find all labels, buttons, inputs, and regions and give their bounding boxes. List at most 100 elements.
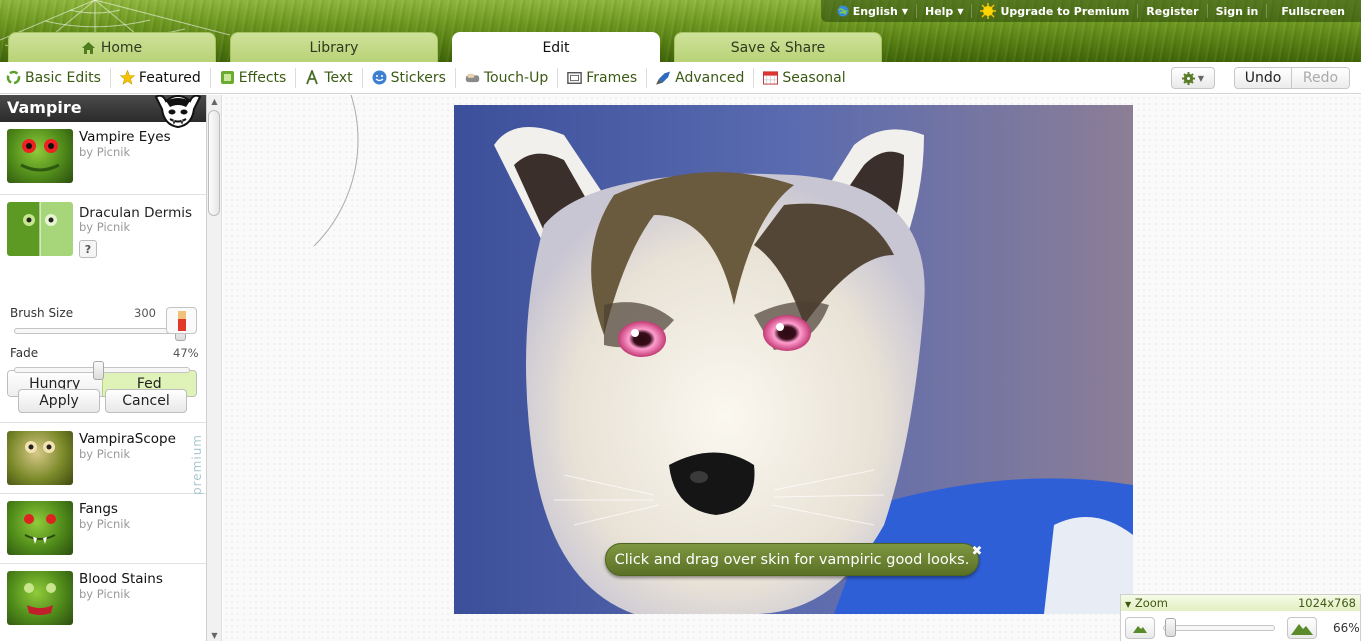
star-icon xyxy=(119,70,135,85)
tab-edit[interactable]: Edit xyxy=(452,32,660,62)
fullscreen-link[interactable]: Fullscreen xyxy=(1266,4,1353,18)
tool-frames[interactable]: Frames xyxy=(557,67,646,88)
header-banner: English ▼ Help ▼ Upgrade to Premium Regi… xyxy=(0,0,1361,62)
help-button[interactable]: ? xyxy=(79,240,97,258)
effect-name: Vampire Eyes xyxy=(79,129,171,145)
signin-label: Sign in xyxy=(1215,4,1259,18)
undo-button[interactable]: Undo xyxy=(1235,68,1292,88)
brush-color-icon xyxy=(177,310,186,331)
globe-icon xyxy=(837,5,849,17)
tab-library[interactable]: Library xyxy=(230,32,438,62)
effect-thumbnail xyxy=(7,129,73,183)
language-menu[interactable]: English ▼ xyxy=(829,4,916,18)
effect-thumbnail xyxy=(7,501,73,555)
effect-author: by Picnik xyxy=(79,145,131,159)
register-link[interactable]: Register xyxy=(1137,4,1206,18)
zoom-toggle[interactable]: ▼ Zoom xyxy=(1125,596,1168,610)
register-label: Register xyxy=(1146,4,1199,18)
effect-vampire-eyes[interactable]: Vampire Eyes by Picnik xyxy=(0,122,206,195)
tab-edit-label: Edit xyxy=(542,39,570,56)
zoom-percent: 66% xyxy=(1333,621,1360,635)
help-menu[interactable]: Help ▼ xyxy=(916,4,971,18)
scroll-up-icon[interactable]: ▲ xyxy=(207,95,222,107)
mountain-large-icon xyxy=(1291,624,1313,635)
options-menu-button[interactable]: ▼ xyxy=(1171,67,1215,89)
scroll-down-icon[interactable]: ▼ xyxy=(207,629,222,641)
zoom-panel: ▼ Zoom 1024x768 66% xyxy=(1120,594,1361,641)
signin-link[interactable]: Sign in xyxy=(1206,4,1267,18)
tool-text-label: Text xyxy=(324,69,353,86)
zoom-slider-handle[interactable] xyxy=(1165,618,1176,637)
tool-seasonal[interactable]: Seasonal xyxy=(753,67,854,88)
zoom-slider[interactable] xyxy=(1163,625,1275,631)
scrollbar-thumb[interactable] xyxy=(208,110,220,216)
effect-author: by Picnik xyxy=(79,220,131,234)
brush-size-label: Brush Size xyxy=(10,306,74,320)
fade-slider[interactable] xyxy=(14,361,190,380)
effects-icon xyxy=(220,70,235,85)
effect-name: Draculan Dermis xyxy=(79,205,193,221)
tool-advanced[interactable]: Advanced xyxy=(646,67,753,88)
mountain-small-icon xyxy=(1133,626,1147,633)
effect-author: by Picnik xyxy=(79,587,131,601)
fade-slider-handle[interactable] xyxy=(93,361,104,380)
tool-featured[interactable]: Featured xyxy=(109,67,210,88)
apply-button[interactable]: Apply xyxy=(18,389,100,413)
top-links-bar: English ▼ Help ▼ Upgrade to Premium Regi… xyxy=(820,0,1361,22)
upgrade-premium-link[interactable]: Upgrade to Premium xyxy=(971,3,1137,19)
husky-puppy-image xyxy=(454,105,1133,614)
chevron-down-icon: ▼ xyxy=(957,6,964,16)
text-icon xyxy=(305,70,320,85)
tool-effects[interactable]: Effects xyxy=(209,67,296,88)
sidebar-title: Vampire xyxy=(7,98,82,117)
image-dimensions: 1024x768 xyxy=(1297,596,1356,610)
recycle-icon xyxy=(6,70,21,85)
effect-name: VampiraScope xyxy=(79,431,176,447)
tool-text[interactable]: Text xyxy=(295,67,361,88)
tool-stickers-label: Stickers xyxy=(390,69,446,86)
tool-seasonal-label: Seasonal xyxy=(782,69,846,86)
tool-touch-up[interactable]: Touch-Up xyxy=(454,67,557,88)
tab-save-share[interactable]: Save & Share xyxy=(674,32,882,62)
brush-preview-button[interactable] xyxy=(166,307,197,334)
close-icon[interactable]: ✖ xyxy=(969,543,985,559)
brush-size-slider[interactable] xyxy=(14,322,190,341)
tool-stickers[interactable]: Stickers xyxy=(361,67,455,88)
effect-fangs[interactable]: Fangs by Picnik xyxy=(0,494,206,564)
tab-save-share-label: Save & Share xyxy=(730,39,826,56)
sticker-smiley-icon xyxy=(372,70,387,85)
tool-advanced-label: Advanced xyxy=(675,69,745,86)
redo-button[interactable]: Redo xyxy=(1292,68,1349,88)
frames-icon xyxy=(567,70,583,85)
effects-sidebar: Vampire Vampire Eyes by Picnik Draculan … xyxy=(0,95,207,641)
fade-label: Fade xyxy=(10,346,39,360)
chevron-down-icon: ▼ xyxy=(901,6,908,16)
fullscreen-label: Fullscreen xyxy=(1281,4,1345,18)
zoom-out-button[interactable] xyxy=(1125,617,1155,639)
chevron-down-icon: ▼ xyxy=(1197,73,1205,83)
cancel-button[interactable]: Cancel xyxy=(105,389,187,413)
language-label: English xyxy=(852,4,898,18)
edited-photo[interactable] xyxy=(454,105,1133,614)
sidebar-scrollbar[interactable]: ▲ ▼ xyxy=(207,95,222,641)
zoom-in-button[interactable] xyxy=(1287,617,1317,639)
tool-effects-label: Effects xyxy=(238,69,287,86)
calendar-icon xyxy=(763,70,779,85)
home-icon xyxy=(81,41,95,54)
help-label: Help xyxy=(925,4,954,18)
effect-vampirascope[interactable]: VampiraScope by Picnik premium xyxy=(0,424,206,495)
tab-home[interactable]: Home xyxy=(8,32,216,62)
brush-size-value: 300 xyxy=(134,306,156,320)
chevron-down-icon: ▼ xyxy=(1125,600,1132,609)
effect-thumbnail xyxy=(7,571,73,625)
effect-name: Fangs xyxy=(79,501,118,517)
premium-badge: premium xyxy=(190,434,204,495)
upgrade-label: Upgrade to Premium xyxy=(1000,4,1130,18)
zoom-header[interactable]: ▼ Zoom 1024x768 xyxy=(1121,595,1360,611)
effect-blood-stains[interactable]: Blood Stains by Picnik xyxy=(0,564,206,641)
tool-basic-edits[interactable]: Basic Edits xyxy=(0,68,110,88)
hint-tooltip: Click and drag over skin for vampiric go… xyxy=(605,543,979,576)
tool-frames-label: Frames xyxy=(586,69,638,86)
zoom-label: Zoom xyxy=(1134,596,1168,610)
effect-thumbnail[interactable] xyxy=(7,202,73,256)
